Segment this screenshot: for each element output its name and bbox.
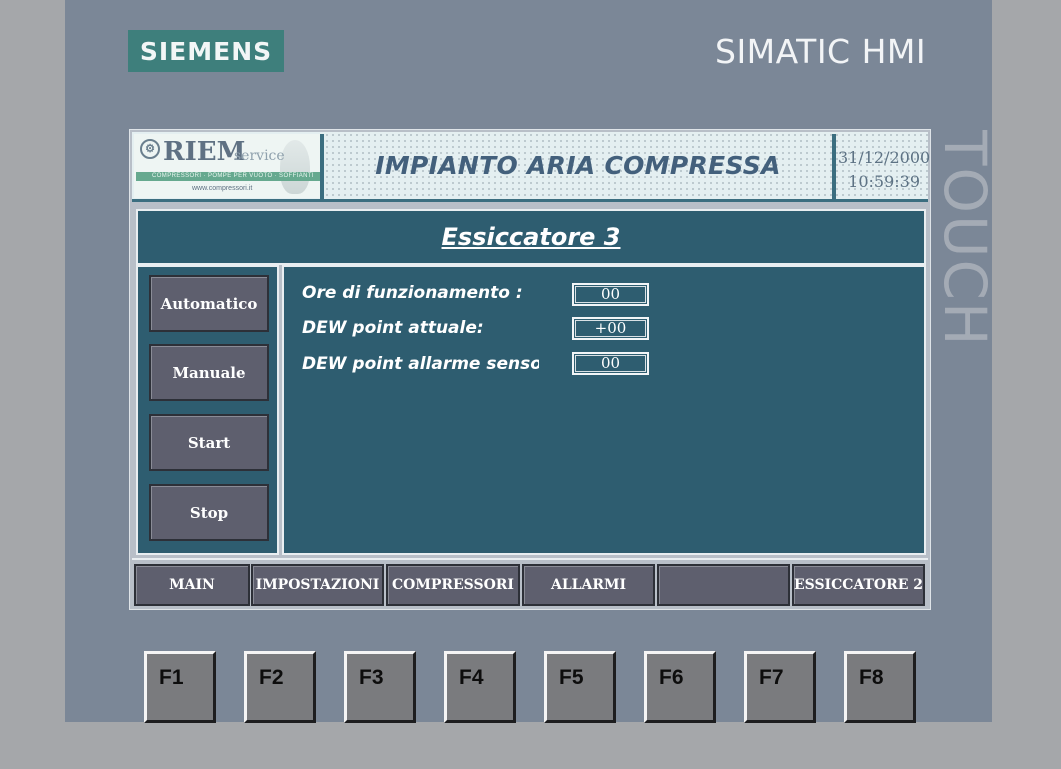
company-logo-service: service (234, 148, 285, 164)
navigation-bar: MAIN IMPOSTAZIONI COMPRESSORI ALLARMI ES… (132, 558, 928, 607)
company-tagline: COMPRESSORI · POMPE PER VUOTO · SOFFIANT… (136, 172, 320, 181)
touch-label-text: TOUCH (932, 130, 990, 340)
dew-point-current-label: DEW point attuale: (302, 318, 484, 338)
automatico-button[interactable]: Automatico (149, 275, 269, 332)
company-url: www.compressori.it (192, 185, 253, 192)
touch-label: TOUCH (932, 130, 990, 340)
dew-point-alarm-field[interactable]: 00 (572, 352, 649, 375)
f6-key[interactable]: F6 (644, 651, 716, 723)
f7-key[interactable]: F7 (744, 651, 816, 723)
values-panel: Ore di funzionamento : 00 DEW point attu… (282, 265, 926, 555)
header-divider-right (832, 134, 836, 200)
nav-main-button[interactable]: MAIN (134, 564, 250, 606)
nav-impostazioni-button[interactable]: IMPOSTAZIONI (251, 564, 384, 606)
f8-key[interactable]: F8 (844, 651, 916, 723)
compressor-icon: ⚙ (140, 139, 160, 159)
header-time: 10:59:39 (848, 172, 920, 191)
nav-allarmi-button[interactable]: ALLARMI (522, 564, 655, 606)
header-date: 31/12/2000 (838, 148, 931, 167)
start-button[interactable]: Start (149, 414, 269, 471)
operating-hours-field[interactable]: 00 (572, 283, 649, 306)
page-title: Essiccatore 3 (441, 223, 621, 251)
f3-key[interactable]: F3 (344, 651, 416, 723)
manuale-button[interactable]: Manuale (149, 344, 269, 401)
f4-key[interactable]: F4 (444, 651, 516, 723)
dew-point-alarm-label: DEW point allarme senso (302, 354, 539, 374)
dew-point-current-field[interactable]: +00 (572, 317, 649, 340)
mode-panel: Automatico Manuale Start Stop (136, 265, 279, 555)
nav-essiccatore-2-button[interactable]: ESSICCATORE 2 (792, 564, 925, 606)
siemens-logo: SIEMENS (128, 30, 284, 72)
page-title-bar: Essiccatore 3 (136, 209, 926, 265)
nav-compressori-button[interactable]: COMPRESSORI (386, 564, 520, 606)
f2-key[interactable]: F2 (244, 651, 316, 723)
f1-key[interactable]: F1 (144, 651, 216, 723)
plant-title: IMPIANTO ARIA COMPRESSA (375, 151, 781, 180)
screen-header: ⚙ RIEM service COMPRESSORI · POMPE PER V… (132, 132, 931, 202)
stop-button[interactable]: Stop (149, 484, 269, 541)
header-divider-left (320, 134, 324, 200)
hmi-screen: ⚙ RIEM service COMPRESSORI · POMPE PER V… (129, 129, 931, 610)
product-name: SIMATIC HMI (715, 32, 927, 71)
company-logo: ⚙ RIEM service COMPRESSORI · POMPE PER V… (134, 134, 320, 198)
f5-key[interactable]: F5 (544, 651, 616, 723)
nav-empty-button[interactable] (657, 564, 790, 606)
operating-hours-label: Ore di funzionamento : (302, 283, 523, 303)
